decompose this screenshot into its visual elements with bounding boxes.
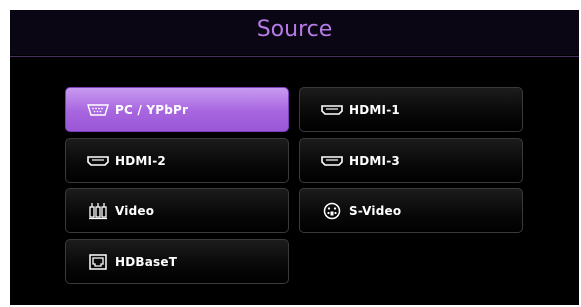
rj45-icon xyxy=(87,253,109,271)
source-label: PC / YPbPr xyxy=(115,102,189,117)
svideo-icon xyxy=(321,202,343,220)
source-button-hdmi-2[interactable]: HDMI-2 xyxy=(65,138,289,183)
source-menu-panel: Source PC / YPbPr HDMI-1 HDMI-2 HDMI-3 V… xyxy=(10,10,579,305)
vga-icon xyxy=(87,101,109,119)
source-label: HDMI-1 xyxy=(349,102,400,117)
source-button-hdmi-1[interactable]: HDMI-1 xyxy=(299,87,523,132)
hdmi-icon xyxy=(87,152,109,170)
hdmi-icon xyxy=(321,152,343,170)
rca-icon xyxy=(87,202,109,220)
source-label: HDMI-3 xyxy=(349,153,400,168)
source-label: HDMI-2 xyxy=(115,153,166,168)
source-label: HDBaseT xyxy=(115,254,178,269)
source-label: Video xyxy=(115,203,155,218)
source-button-s-video[interactable]: S-Video xyxy=(299,188,523,233)
source-grid: PC / YPbPr HDMI-1 HDMI-2 HDMI-3 Video S-… xyxy=(10,10,579,305)
source-button-hdmi-3[interactable]: HDMI-3 xyxy=(299,138,523,183)
source-button-hdbaset[interactable]: HDBaseT xyxy=(65,239,289,284)
source-label: S-Video xyxy=(349,203,402,218)
hdmi-icon xyxy=(321,101,343,119)
source-button-video[interactable]: Video xyxy=(65,188,289,233)
source-button-pc-ypbpr[interactable]: PC / YPbPr xyxy=(65,87,289,132)
